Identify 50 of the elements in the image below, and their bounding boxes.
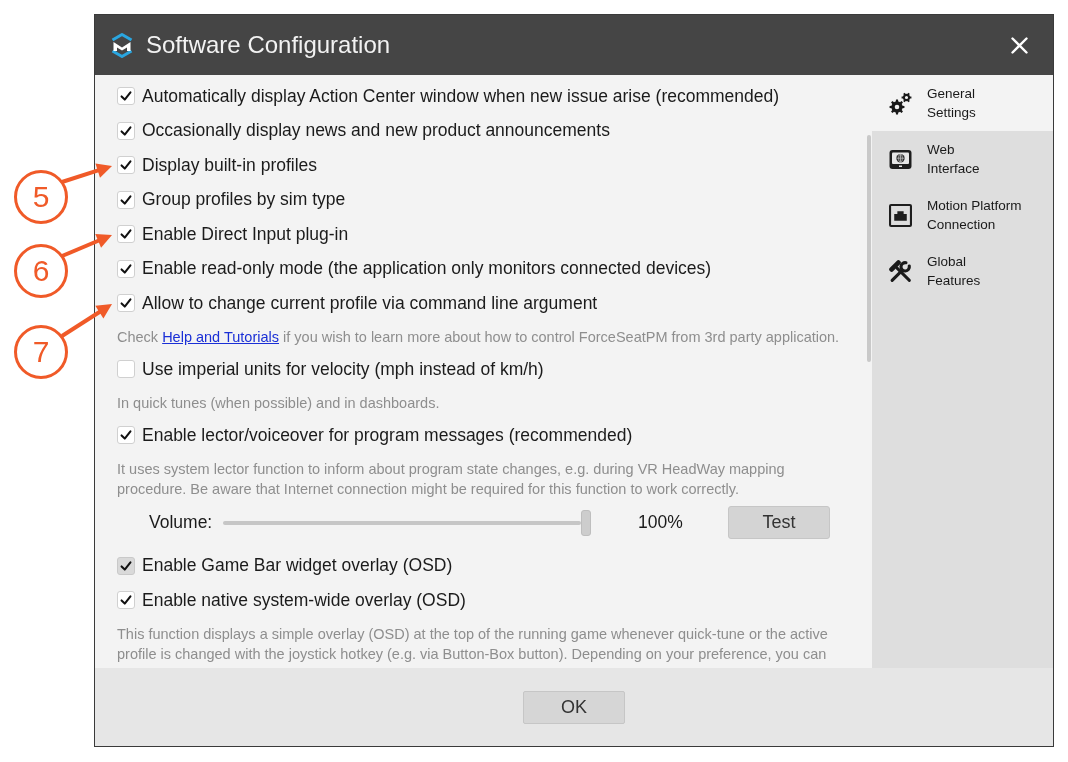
checkbox[interactable] [117, 556, 135, 575]
checkbox[interactable] [117, 259, 135, 278]
help-link[interactable]: Help and Tutorials [162, 328, 279, 345]
app-logo-icon [110, 31, 134, 59]
gears-icon [889, 91, 912, 115]
sidebar-item[interactable]: General Settings [872, 75, 1053, 131]
checkbox-label[interactable]: Enable Direct Input plug-in [142, 223, 349, 245]
volume-reading: 100% [638, 512, 682, 533]
monitor-globe-icon [889, 147, 912, 171]
window-title: Software Configuration [146, 31, 392, 59]
hint-text: Check Help and Tutorials if you wish to learn more about how to control ForceSeatPM from 3rd party application. [117, 327, 841, 347]
hint-text: It uses system lector function to inform about program state changes, e.g. during VR HeadWay mapping procedure. Be aware that Internet connection might be required for this function to work correctly. [117, 459, 786, 499]
checkbox[interactable] [117, 190, 135, 209]
checkbox[interactable] [117, 87, 135, 106]
callout-arrow [61, 233, 112, 258]
checkbox[interactable] [117, 591, 135, 610]
hammer-wrench-icon [889, 259, 912, 283]
hint-text: In quick tunes (when possible) and in dashboards. [117, 393, 441, 413]
checkbox-label[interactable]: Use imperial units for velocity (mph instead of km/h) [142, 358, 544, 380]
sidebar-item[interactable]: Global Features [872, 243, 1053, 299]
checkbox[interactable] [117, 225, 135, 244]
ok-button[interactable]: OK [523, 690, 625, 724]
checkbox-label[interactable]: Enable lector/voiceover for program messages (recommended) [142, 424, 633, 446]
checkbox-label[interactable]: Enable native system-wide overlay (OSD) [142, 589, 466, 611]
close-icon [1011, 36, 1028, 54]
checkbox[interactable] [117, 360, 135, 379]
checkbox-label[interactable]: Enable read-only mode (the application only monitors connected devices) [142, 258, 712, 280]
callout-arrow [61, 163, 112, 184]
checkbox[interactable] [117, 426, 135, 445]
checkbox-label[interactable]: Automatically display Action Center window when new issue arise (recommended) [142, 85, 780, 107]
checkbox-label[interactable]: Occasionally display news and new product announcements [142, 120, 610, 142]
checkbox-label[interactable]: Allow to change current profile via command line argument [142, 292, 598, 314]
callout-number: 7 [14, 325, 68, 379]
callout-arrow [60, 304, 112, 338]
checkbox[interactable] [117, 156, 135, 175]
close-button[interactable] [1011, 36, 1028, 54]
test-button[interactable]: Test [728, 506, 830, 539]
callout-number: 6 [14, 244, 68, 298]
checkbox-label[interactable]: Group profiles by sim type [142, 189, 346, 211]
callout-number: 5 [14, 170, 68, 224]
ethernet-port-icon [889, 203, 912, 227]
volume-label: Volume: [149, 512, 214, 533]
sidebar-item[interactable]: Motion Platform Connection [872, 187, 1053, 243]
checkbox[interactable] [117, 121, 135, 140]
hint-text: This function displays a simple overlay (OSD) at the top of the running game whenever quick-tune or the active profile is changed with the joystick hotkey (e.g. via Button-Box button). Depending on your preference, you can [117, 624, 829, 664]
slider-thumb[interactable] [581, 509, 591, 536]
checkbox[interactable] [117, 294, 135, 313]
checkbox-label[interactable]: Display built-in profiles [142, 154, 318, 176]
sidebar-item[interactable]: Web Interface [872, 131, 1053, 187]
checkbox-label[interactable]: Enable Game Bar widget overlay (OSD) [142, 555, 453, 577]
